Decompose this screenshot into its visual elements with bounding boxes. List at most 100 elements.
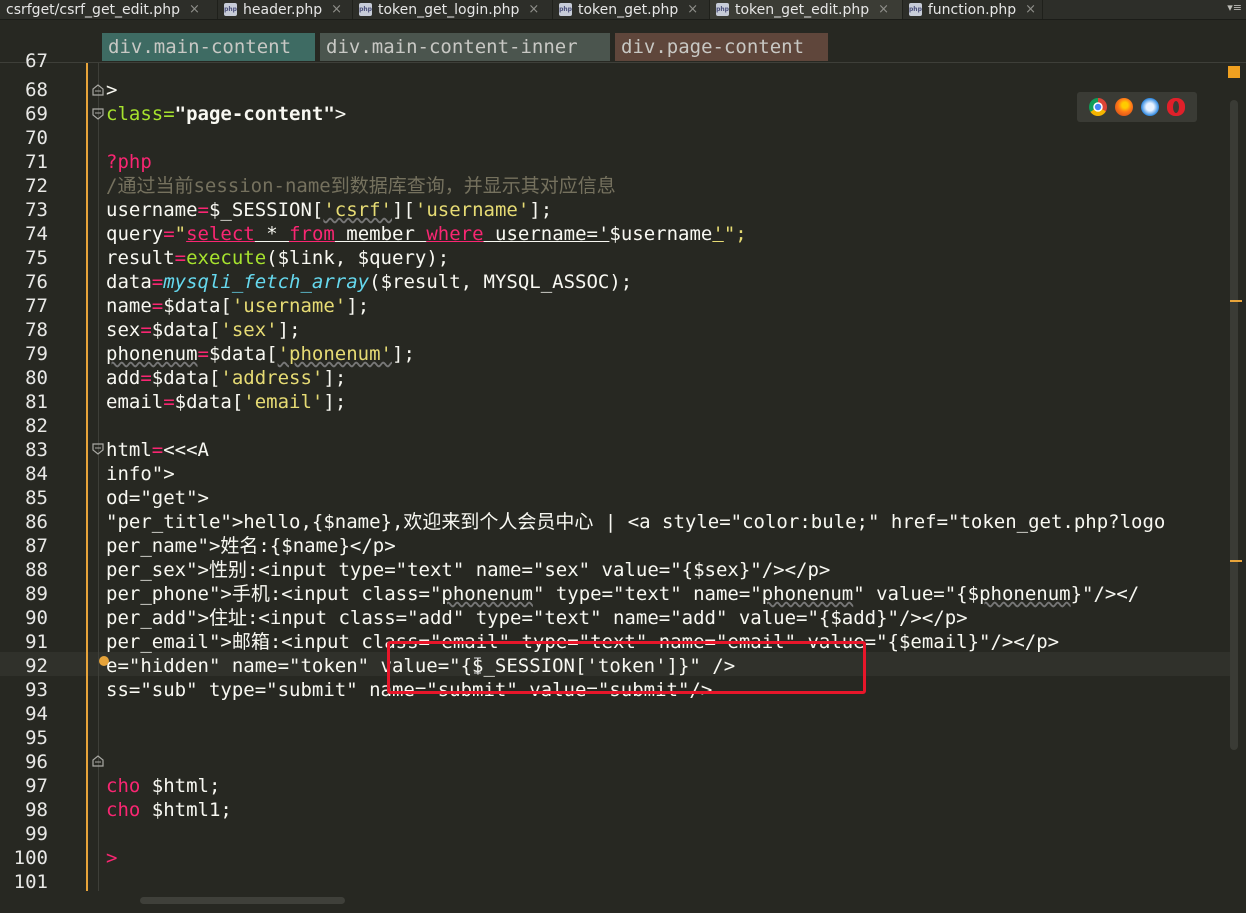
code-line-88: per_sex">性别:<input type="text" name="sex… — [106, 559, 831, 581]
annotation-highlight-box — [387, 641, 866, 694]
php-file-icon: php — [716, 3, 729, 16]
fold-down-icon[interactable] — [92, 108, 104, 120]
tab-token-get-edit[interactable]: php token_get_edit.php × — [710, 0, 903, 19]
line-number: 101 — [13, 871, 48, 893]
opera-icon[interactable] — [1167, 98, 1185, 116]
line-number: 97 — [25, 775, 48, 797]
code-line-72: /通过当前session-name到数据库查询，并显示其对应信息 — [106, 175, 616, 197]
safari-icon[interactable] — [1141, 98, 1159, 116]
code-line-73: username=$_SESSION['csrf']['username']; — [106, 199, 553, 221]
scroll-marker — [1230, 560, 1242, 562]
tab-overflow-menu-icon[interactable]: ▾≡ — [1227, 1, 1242, 14]
code-line-74: query="select * from member where userna… — [106, 223, 747, 245]
code-line-89: per_phone">手机:<input class="phonenum" ty… — [106, 583, 1140, 605]
close-icon[interactable]: × — [687, 2, 698, 17]
line-number: 74 — [25, 223, 48, 245]
code-line-90: per_add">住址:<input class="add" type="tex… — [106, 607, 968, 629]
vertical-scrollbar[interactable] — [1230, 100, 1238, 750]
line-number: 84 — [25, 463, 48, 485]
close-icon[interactable]: × — [189, 2, 200, 17]
tab-label: function.php — [927, 1, 1017, 18]
line-number: 99 — [25, 823, 48, 845]
tab-label: csrfget/csrf_get_edit.php — [6, 1, 181, 18]
line-number: 87 — [25, 535, 48, 557]
fold-up-icon[interactable] — [92, 84, 104, 96]
editor-window: csrfget/csrf_get_edit.php × php header.p… — [0, 0, 1246, 913]
fold-down-icon[interactable] — [92, 443, 104, 455]
code-line-87: per_name">姓名:{$name}</p> — [106, 535, 396, 557]
code-line-79: phonenum=$data['phonenum']; — [106, 343, 415, 365]
line-number: 89 — [25, 583, 48, 605]
code-line-76: data=mysqli_fetch_array($result, MYSQL_A… — [106, 271, 633, 293]
code-line-71: ?php — [106, 151, 152, 173]
line-number: 82 — [25, 415, 48, 437]
tab-label: header.php — [243, 1, 323, 18]
code-line-81: email=$data['email']; — [106, 391, 347, 413]
horizontal-scrollbar[interactable] — [140, 897, 345, 904]
code-line-68: > — [106, 79, 118, 101]
line-number: 71 — [25, 151, 48, 173]
tab-bar: csrfget/csrf_get_edit.php × php header.p… — [0, 0, 1246, 20]
line-number: 96 — [25, 751, 48, 773]
breadcrumb-item[interactable]: div.page-content — [615, 33, 828, 61]
code-line-80: add=$data['address']; — [106, 367, 347, 389]
line-number: 69 — [25, 103, 48, 125]
code-line-98: cho $html1; — [106, 799, 232, 821]
line-number: 88 — [25, 559, 48, 581]
code-line-86: "per_title">hello,{$name},欢迎来到个人会员中心 | <… — [106, 511, 1166, 533]
close-icon[interactable]: × — [331, 2, 342, 17]
fold-up-icon[interactable] — [92, 755, 104, 767]
indent-guide-accent — [86, 63, 88, 891]
line-number: 67 — [25, 50, 48, 72]
close-icon[interactable]: × — [878, 2, 889, 17]
line-number: 70 — [25, 127, 48, 149]
text-cursor-icon — [474, 657, 481, 674]
firefox-icon[interactable] — [1115, 98, 1133, 116]
line-number: 92 — [25, 655, 48, 677]
line-number: 94 — [25, 703, 48, 725]
tab-token-get[interactable]: php token_get.php × — [553, 0, 710, 19]
code-line-69: class="page-content"> — [106, 103, 347, 125]
tab-header[interactable]: php header.php × — [218, 0, 353, 19]
line-number: 95 — [25, 727, 48, 749]
line-number: 91 — [25, 631, 48, 653]
tab-csrf-get-edit[interactable]: csrfget/csrf_get_edit.php × — [0, 0, 218, 19]
code-line-84: info"> — [106, 463, 175, 485]
line-number-gutter: 67 68 69 70 71 72 73 74 75 76 77 78 79 8… — [0, 50, 86, 913]
line-number: 90 — [25, 607, 48, 629]
breadcrumb-item[interactable]: div.main-content — [102, 33, 315, 61]
code-line-75: result=execute($link, $query); — [106, 247, 450, 269]
tab-token-get-login[interactable]: php token_get_login.php × — [353, 0, 553, 19]
line-number: 85 — [25, 487, 48, 509]
tab-label: token_get_edit.php — [735, 1, 870, 18]
line-number: 79 — [25, 343, 48, 365]
line-number: 68 — [25, 79, 48, 101]
line-number: 86 — [25, 511, 48, 533]
line-number: 98 — [25, 799, 48, 821]
tab-function[interactable]: php function.php × — [903, 0, 1043, 19]
chrome-icon[interactable] — [1089, 98, 1107, 116]
code-line-100: > — [106, 847, 118, 869]
line-number: 72 — [25, 175, 48, 197]
line-number: 77 — [25, 295, 48, 317]
line-number: 73 — [25, 199, 48, 221]
close-icon[interactable]: × — [1025, 2, 1036, 17]
code-line-83: html=<<<A — [106, 439, 209, 461]
code-line-85: od="get"> — [106, 487, 209, 509]
php-file-icon: php — [909, 3, 922, 16]
line-number: 93 — [25, 679, 48, 701]
line-number: 80 — [25, 367, 48, 389]
code-line-78: sex=$data['sex']; — [106, 319, 301, 341]
tab-label: token_get.php — [578, 1, 679, 18]
line-number: 78 — [25, 319, 48, 341]
scroll-marker — [1230, 300, 1242, 302]
browser-preview-bar — [1077, 92, 1197, 122]
php-file-icon: php — [224, 3, 237, 16]
line-number: 81 — [25, 391, 48, 413]
scroll-marker-top — [1228, 66, 1240, 78]
line-number: 76 — [25, 271, 48, 293]
breadcrumb: div.main-content div.main-content-inner … — [0, 20, 1246, 63]
code-line-77: name=$data['username']; — [106, 295, 370, 317]
close-icon[interactable]: × — [528, 2, 539, 17]
breadcrumb-item[interactable]: div.main-content-inner — [320, 33, 610, 61]
